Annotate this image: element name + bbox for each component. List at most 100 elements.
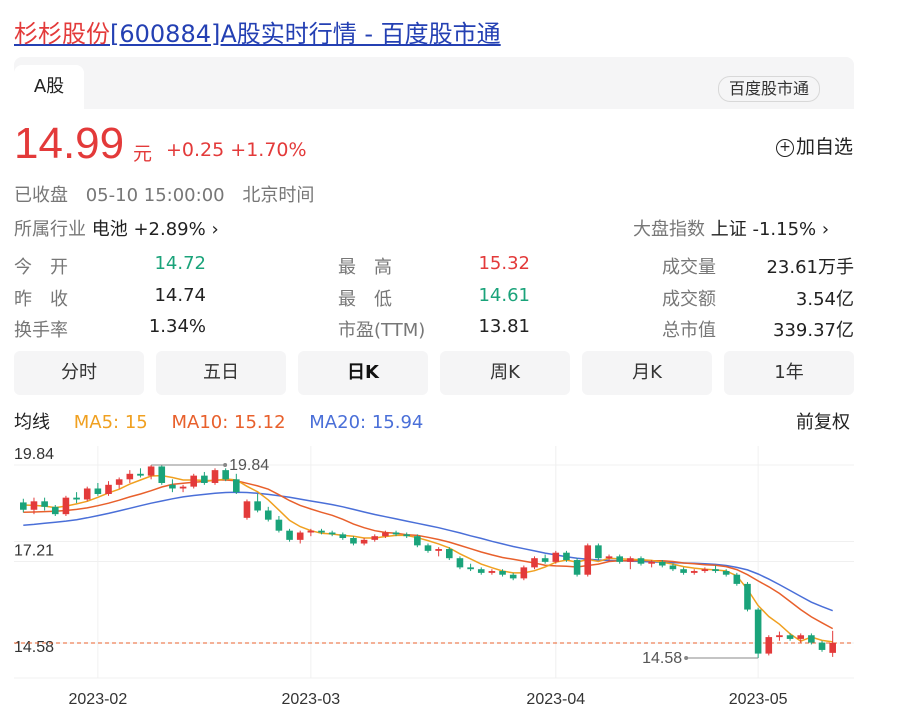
candle: [275, 516, 283, 533]
candle-body: [744, 583, 751, 610]
candle-body: [445, 549, 453, 559]
min-pointer-dot: [684, 656, 689, 660]
candle: [616, 554, 623, 564]
candle: [201, 471, 208, 485]
candle-body: [680, 569, 687, 573]
candle-body: [722, 571, 730, 575]
candle: [20, 498, 27, 513]
industry-link[interactable]: 所属行业 电池 +2.89% ›: [14, 215, 219, 241]
volume-value: 23.61万手: [766, 257, 854, 278]
open-label: 今 开: [14, 257, 68, 278]
candle-body: [499, 571, 506, 575]
candle-body: [818, 642, 826, 650]
candle: [158, 465, 166, 485]
candle-body: [509, 574, 517, 579]
candle: [371, 534, 379, 542]
candle-body: [456, 558, 464, 568]
candle-body: [733, 574, 741, 584]
candle: [328, 530, 336, 537]
candle: [115, 477, 123, 489]
min-label: 14.58: [642, 650, 682, 667]
candle-body: [403, 534, 411, 537]
candle-body: [392, 532, 400, 535]
candle: [350, 536, 357, 546]
candle-body: [488, 571, 496, 573]
price-adjust-toggle[interactable]: 前复权: [796, 408, 850, 434]
max-label: 19.84: [229, 457, 269, 474]
price-unit: 元: [133, 143, 153, 165]
candle-body: [275, 519, 283, 531]
candle-body: [339, 534, 347, 539]
tab-daily-k[interactable]: 日K: [298, 351, 428, 395]
low-value: 14.61: [478, 285, 530, 306]
candle-body: [318, 530, 325, 533]
candle-body: [627, 558, 634, 562]
add-watchlist-button[interactable]: + 加自选: [776, 132, 853, 159]
market-index-link[interactable]: 大盘指数 上证 -1.15% ›: [633, 215, 829, 241]
candle-body: [595, 545, 602, 559]
candle: [445, 547, 453, 561]
low-label: 最 低: [338, 289, 392, 310]
candle-body: [712, 569, 719, 572]
candle-body: [563, 552, 570, 561]
candle-body: [424, 545, 432, 551]
candle-body: [20, 502, 27, 510]
industry-label: 所属行业: [14, 219, 86, 240]
candle: [477, 567, 485, 575]
page-title-rest[interactable]: [600884]A股实时行情 - 百度股市通: [110, 20, 501, 48]
change-percent: +1.70%: [230, 139, 307, 161]
tab-one-year[interactable]: 1年: [724, 351, 854, 395]
candle: [222, 468, 229, 482]
candle: [520, 565, 528, 581]
candle-body: [296, 532, 304, 540]
tab-intraday[interactable]: 分时: [14, 351, 144, 395]
ma10-line: [23, 479, 834, 630]
candle: [637, 556, 645, 566]
ma5-legend: MA5: 15: [73, 412, 148, 433]
candle: [573, 558, 581, 577]
page-title-stock-name[interactable]: 杉杉股份: [14, 20, 110, 48]
candle-body: [531, 558, 538, 568]
x-tick-label: 2023-05: [729, 691, 788, 708]
candle-body: [264, 510, 272, 520]
candle: [41, 497, 48, 511]
tab-weekly-k[interactable]: 周K: [440, 351, 570, 395]
candle-body: [83, 488, 91, 500]
candle: [467, 563, 474, 572]
market-cap-value: 339.37亿: [773, 320, 854, 341]
candle: [190, 473, 198, 489]
current-price: 14.99: [14, 119, 125, 168]
candle-body: [520, 567, 528, 579]
page-title-link[interactable]: 杉杉股份[600884]A股实时行情 - 百度股市通: [14, 14, 501, 49]
candle-body: [616, 556, 623, 562]
candle-body: [105, 484, 112, 494]
candle-body: [477, 569, 485, 573]
candle-body: [211, 470, 219, 483]
add-watchlist-label: 加自选: [796, 136, 854, 158]
candle: [254, 493, 261, 513]
candle-body: [115, 479, 123, 485]
high-label: 最 高: [338, 257, 392, 278]
tab-monthly-k[interactable]: 月K: [582, 351, 712, 395]
candle-body: [201, 475, 208, 483]
amount-value: 3.54亿: [795, 289, 854, 310]
candle-body: [690, 571, 698, 573]
prev-close-label: 昨 收: [14, 289, 68, 310]
candle: [169, 479, 176, 493]
x-tick-label: 2023-03: [281, 691, 340, 708]
candlestick-chart[interactable]: 2023-02 2023-03 2023-04 2023-05 19.84 17.21 14…: [0, 440, 908, 716]
tab-a-share[interactable]: A股: [14, 65, 84, 109]
open-value: 14.72: [154, 253, 206, 274]
candle: [360, 538, 368, 546]
candle-body: [797, 635, 805, 639]
candle: [488, 569, 496, 575]
tab-five-day[interactable]: 五日: [156, 351, 286, 395]
candle-body: [573, 560, 581, 575]
candle-body: [307, 530, 315, 533]
market-cap-label: 总市值: [662, 320, 716, 341]
candle-body: [73, 497, 80, 500]
candle: [776, 631, 783, 641]
candle: [126, 470, 134, 483]
candle: [233, 473, 240, 494]
prev-close-value: 14.74: [154, 285, 206, 306]
